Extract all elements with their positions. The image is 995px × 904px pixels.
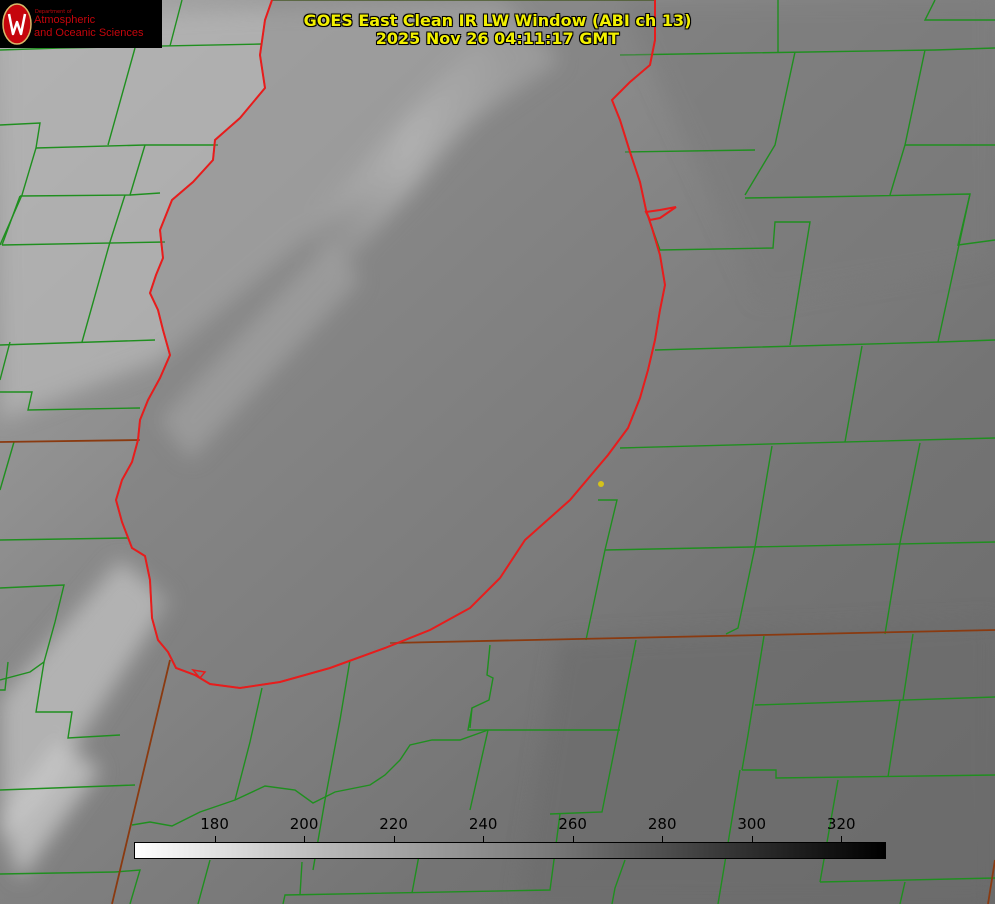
colorbar-tick-mark [394,836,395,842]
station-marker [598,481,604,487]
colorbar-tick-label: 200 [289,815,319,833]
satellite-map [0,0,995,904]
colorbar-tick-mark [662,836,663,842]
image-timestamp: 2025 Nov 26 04:11:17 GMT [375,29,620,48]
colorbar-tick-label: 280 [647,815,677,833]
colorbar-tick-mark [483,836,484,842]
colorbar-tick-label: 300 [737,815,767,833]
satellite-image-viewer: Department of Atmospheric and Oceanic Sc… [0,0,995,904]
colorbar-tick-label: 240 [468,815,498,833]
colorbar-tick-mark [841,836,842,842]
colorbar-tick-label: 320 [826,815,856,833]
colorbar-tick-label: 220 [379,815,408,833]
colorbar-tick-label: 180 [200,815,229,833]
colorbar-tick-mark [573,836,574,842]
colorbar-tick-mark [752,836,753,842]
colorbar [134,842,886,859]
colorbar-tick-mark [215,836,216,842]
colorbar-tick-mark [304,836,305,842]
colorbar-tick-label: 260 [558,815,587,833]
image-title: GOES East Clean IR LW Window (ABI ch 13) [303,11,692,30]
